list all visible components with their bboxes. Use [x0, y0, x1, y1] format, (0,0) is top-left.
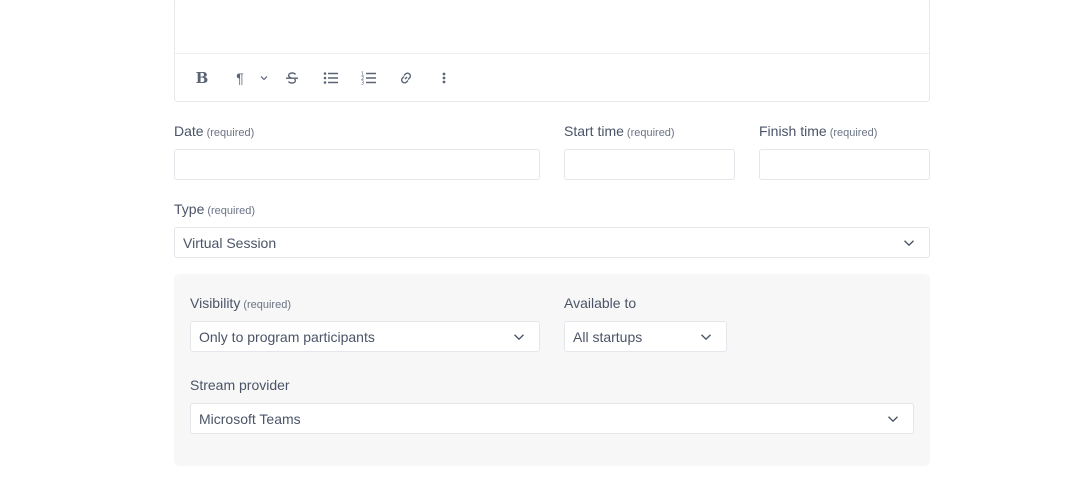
- chevron-down-icon: [888, 416, 898, 423]
- more-vertical-icon: [442, 72, 446, 84]
- paragraph-icon: ¶: [236, 70, 244, 86]
- numbered-list-icon: 1 2 3: [361, 72, 376, 86]
- date-input[interactable]: [174, 149, 540, 180]
- paragraph-dropdown-button[interactable]: [259, 70, 269, 86]
- visibility-select[interactable]: Only to program participants: [190, 321, 540, 352]
- required-hint: (required): [829, 127, 878, 139]
- available-to-select[interactable]: All startups: [564, 321, 727, 352]
- required-hint: (required): [206, 127, 255, 139]
- chevron-down-icon: [260, 76, 268, 81]
- strikethrough-button[interactable]: [285, 70, 299, 86]
- bold-button[interactable]: B: [195, 69, 209, 87]
- required-hint: (required): [626, 127, 675, 139]
- required-hint: (required): [243, 299, 291, 311]
- type-select[interactable]: Virtual Session: [174, 227, 930, 258]
- chevron-down-icon: [514, 334, 524, 341]
- bullet-list-icon: [323, 72, 338, 84]
- start-time-input[interactable]: [564, 149, 735, 180]
- chevron-down-icon: [701, 334, 711, 341]
- available-to-select-value: All startups: [573, 328, 643, 345]
- finish-time-input[interactable]: [759, 149, 930, 180]
- type-label: Type (required): [174, 201, 256, 217]
- type-select-value: Virtual Session: [183, 234, 277, 251]
- editor-text-area[interactable]: [175, 0, 929, 54]
- numbered-list-button[interactable]: 1 2 3: [361, 70, 377, 86]
- link-icon: [400, 72, 412, 84]
- visibility-select-value: Only to program participants: [199, 328, 375, 345]
- stream-provider-select-value: Microsoft Teams: [199, 410, 301, 427]
- stream-provider-select[interactable]: Microsoft Teams: [190, 403, 914, 434]
- link-button[interactable]: [399, 70, 413, 86]
- editor-toolbar: B ¶ 1 2 3: [175, 54, 929, 101]
- required-hint: (required): [207, 205, 256, 217]
- bold-icon: B: [195, 69, 209, 87]
- bullet-list-button[interactable]: [323, 70, 339, 86]
- more-button[interactable]: [439, 70, 449, 86]
- stream-provider-label: Stream provider: [190, 377, 290, 393]
- svg-text:3: 3: [361, 81, 364, 86]
- visibility-label: Visibility (required): [190, 295, 291, 311]
- paragraph-button[interactable]: ¶: [233, 70, 247, 86]
- date-label: Date (required): [174, 123, 255, 139]
- available-to-label: Available to: [564, 295, 637, 311]
- finish-time-label: Finish time (required): [759, 123, 878, 139]
- chevron-down-icon: [904, 240, 914, 247]
- strikethrough-icon: [286, 72, 298, 84]
- start-time-label: Start time (required): [564, 123, 675, 139]
- rich-text-editor: B ¶ 1 2 3: [174, 0, 930, 102]
